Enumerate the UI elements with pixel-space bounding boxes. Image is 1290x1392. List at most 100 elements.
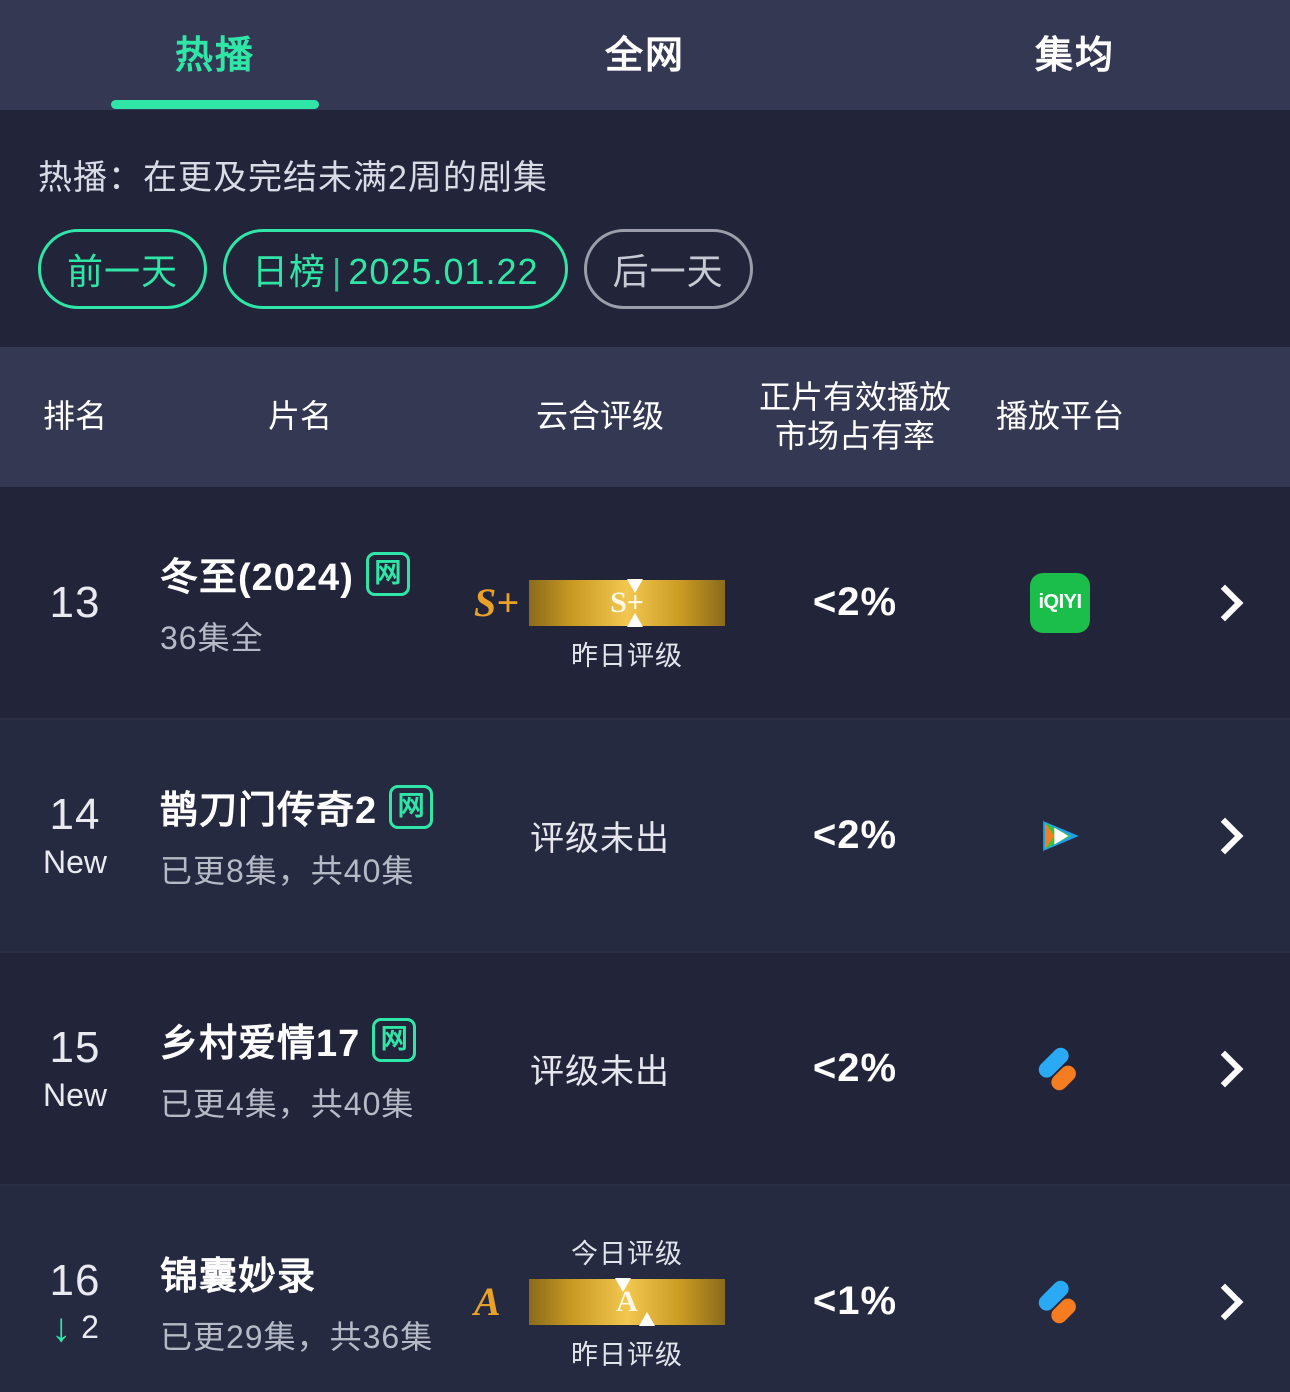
rank-new-badge: New [42,1077,107,1113]
rank-delta-arrow-icon: ↓ [51,1305,72,1350]
column-header-platform: 播放平台 [995,398,1124,435]
cell-platform [960,1039,1160,1099]
grade-letter: S+ [474,580,520,625]
ranking-list: 13 冬至(2024) 网 36集全 S+ S+ 昨日评级 <2% iQIYI 14 New 鹊刀门传… [0,487,1290,1392]
column-header-share-line2: 市场占有率 [774,418,935,454]
table-row[interactable]: 15 New 乡村爱情17 网已更4集，共40集 评级未出 <2% [0,953,1290,1186]
grade-bar: A [529,1277,725,1326]
column-header-share: 正片有效播放 市场占有率 [750,378,960,456]
grade-bar: S+ [529,578,725,627]
column-header-share-line1: 正片有效播放 [758,378,951,415]
grade-not-available: 评级未出 [530,820,670,858]
cell-share: <1% [750,1279,960,1324]
chevron-right-icon[interactable] [1206,584,1244,621]
grade-tick-yesterday [638,1311,655,1326]
cell-grade: 评级未出 [450,811,750,860]
platform-logo-youku[interactable] [1030,1272,1090,1332]
grade-not-available: 评级未出 [530,1053,670,1091]
ranking-page: 08689 @ 云合数据 ENLIGHTENT 热播 全网 集均 热播：在更及完… [0,0,1290,1392]
cell-title: 冬至(2024) 网 36集全 [150,546,450,659]
cell-rank: 16 ↓ 2 [0,1256,150,1348]
show-title: 乡村爱情17 [160,1023,361,1065]
cell-share: <2% [750,813,960,858]
tab-indicator-placeholder [541,100,749,109]
current-date-label: 2025.01.22 [348,251,539,292]
rank-delta: ↓ 2 [51,1308,99,1348]
cell-grade: 评级未出 [450,1044,750,1093]
tab-average[interactable]: 集均 [860,0,1290,110]
cell-rank: 13 [0,578,150,628]
cell-grade: S+ S+ 昨日评级 [450,578,750,671]
column-header-rank: 排名 [42,398,107,435]
tab-hotplay-label: 热播 [174,35,255,77]
cell-rank: 15 New [0,1023,150,1114]
show-title: 锦囊妙录 [160,1256,317,1298]
prev-day-button[interactable]: 前一天 [38,229,208,309]
grade-caption-today: 今日评级 [571,1238,683,1269]
grade-widget: A A 今日评级昨日评级 [450,1239,750,1370]
title-line: 锦囊妙录 [160,1245,316,1300]
cell-share: <2% [750,1046,960,1091]
platform-logo-tencent[interactable] [1030,806,1090,866]
grade-tick-today [615,1277,632,1292]
platform-logo-youku[interactable] [1030,1039,1090,1099]
date-range-chip[interactable]: 日榜 | 2025.01.22 [223,229,568,309]
cell-platform [960,806,1160,866]
date-navigator: 前一天 日榜 | 2025.01.22 后一天 [38,229,1290,309]
cell-detail-link[interactable] [1160,1050,1290,1087]
grade-tick-today [627,578,643,593]
rank-number: 15 [49,1023,101,1072]
tab-active-indicator [111,100,319,109]
table-row[interactable]: 13 冬至(2024) 网 36集全 S+ S+ 昨日评级 <2% iQIYI [0,487,1290,720]
web-exclusive-badge: 网 [372,1017,417,1062]
cell-platform: iQIYI [960,572,1160,633]
title-line: 鹊刀门传奇2 网 [160,779,434,834]
tab-hotplay[interactable]: 热播 [0,0,430,110]
platform-logo-iqiyi-text: iQIYI [1038,591,1082,613]
cell-title: 鹊刀门传奇2 网已更8集，共40集 [150,779,450,892]
next-day-button[interactable]: 后一天 [583,229,753,309]
show-title: 鹊刀门传奇2 [160,790,378,832]
platform-logo-iqiyi[interactable]: iQIYI [1030,572,1090,633]
chip-separator: | [332,251,343,292]
title-line: 冬至(2024) 网 [160,546,410,601]
market-share-value: <2% [812,813,898,857]
tab-indicator-placeholder [971,100,1179,109]
grade-tick-yesterday [627,612,643,627]
market-share-value: <2% [812,1046,898,1090]
title-line: 乡村爱情17 网 [160,1012,417,1067]
cell-detail-link[interactable] [1160,1283,1290,1320]
rank-delta-value: 2 [81,1309,99,1345]
web-exclusive-badge: 网 [365,551,410,596]
cell-detail-link[interactable] [1160,584,1290,621]
grade-caption-yesterday: 昨日评级 [571,1339,683,1370]
rank-number: 13 [49,577,101,627]
cell-detail-link[interactable] [1160,817,1290,854]
column-header-grade: 云合评级 [535,398,664,435]
chevron-right-icon[interactable] [1206,1283,1244,1320]
web-exclusive-badge: 网 [389,784,434,829]
show-title: 冬至(2024) [160,557,354,599]
table-row[interactable]: 14 New 鹊刀门传奇2 网已更8集，共40集 评级未出 <2% [0,720,1290,953]
rank-number: 14 [49,790,101,839]
grade-caption-yesterday: 昨日评级 [571,640,683,671]
filter-band: 热播：在更及完结未满2周的剧集 前一天 日榜 | 2025.01.22 后一天 [0,110,1290,347]
episode-info: 已更4集，共40集 [160,1086,415,1122]
column-header-title: 片名 [267,398,332,435]
tab-bar: 热播 全网 集均 [0,0,1290,110]
cell-title: 锦囊妙录 已更29集，共36集 [150,1245,450,1358]
tab-average-label: 集均 [1034,35,1115,77]
rank-number: 16 [49,1255,101,1305]
grade-bar-box: S+ 昨日评级 [529,578,725,671]
rank-type-label: 日榜 [252,251,327,292]
episode-info: 已更8集，共40集 [160,853,415,889]
market-share-value: <1% [812,1279,898,1323]
table-row[interactable]: 16 ↓ 2 锦囊妙录 已更29集，共36集 A A 今日评级 昨日评级 <1% [0,1186,1290,1392]
chevron-right-icon[interactable] [1206,1050,1244,1087]
filter-subtitle: 热播：在更及完结未满2周的剧集 [38,159,548,197]
chevron-right-icon[interactable] [1206,817,1244,854]
tab-allnet[interactable]: 全网 [430,0,860,110]
cell-grade: A A 今日评级昨日评级 [450,1239,750,1370]
tab-allnet-label: 全网 [604,35,685,77]
grade-letter: A [474,1279,501,1324]
